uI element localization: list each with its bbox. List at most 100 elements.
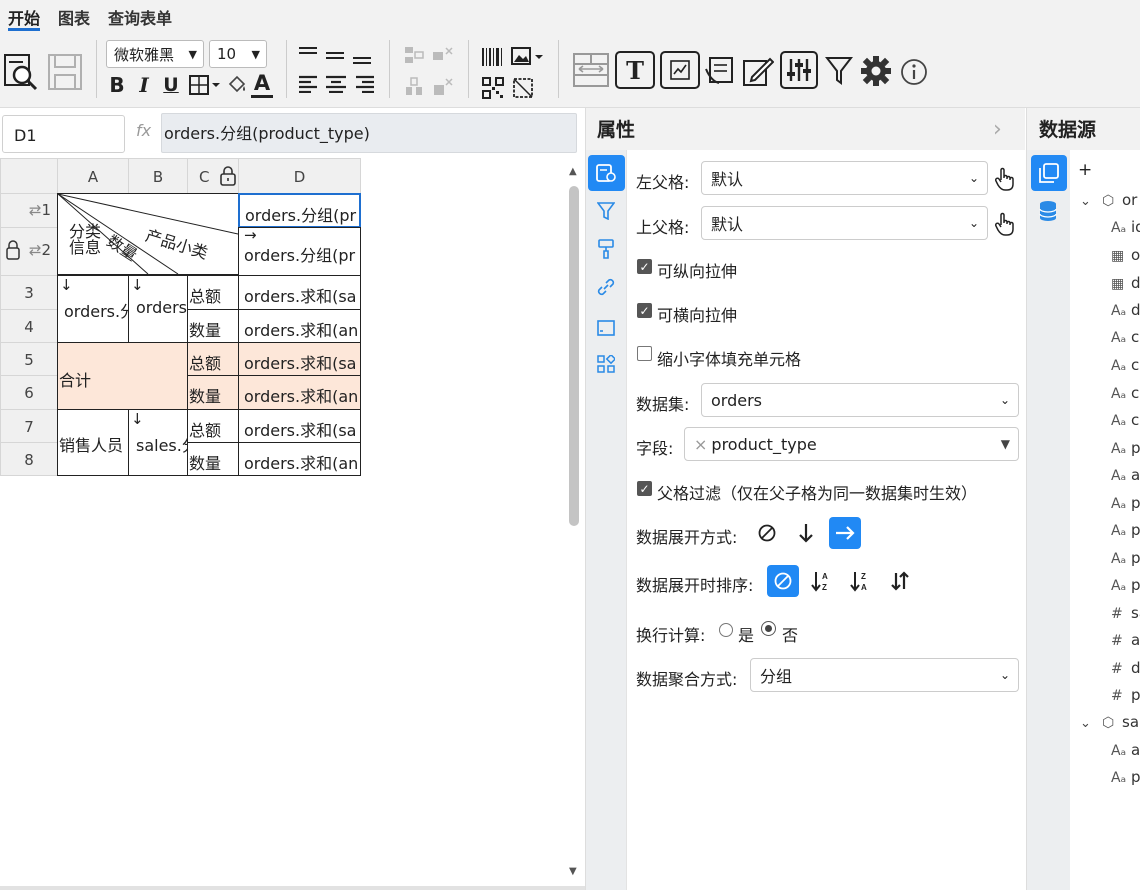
field-select[interactable]: × product_type ▼ [684,427,1019,461]
cell-b7[interactable]: ↓ sales.分 [128,409,188,476]
aggregate-select[interactable]: 分组 ⌄ [750,658,1019,692]
tab-chart[interactable]: 图表 [58,5,90,29]
field-node[interactable]: ▦ d [1111,274,1140,292]
cell-d4[interactable]: orders.求和(an [238,309,361,343]
column-header-b[interactable]: B [128,158,188,194]
vertical-stretch-checkbox[interactable]: ✓ [637,259,652,274]
link-icon[interactable] [595,276,617,298]
insert-col-icon[interactable] [404,76,426,98]
fill-color-icon[interactable] [225,73,249,97]
settings-gear-icon[interactable] [859,53,893,89]
field-node[interactable]: ▦ o [1111,246,1140,264]
chevron-down-icon[interactable]: ⌄ [1080,194,1102,209]
dataset-node[interactable]: ⌄ ⬡ sa [1080,713,1139,731]
bold-button[interactable]: B [106,72,128,98]
cell-properties-tab[interactable] [588,155,625,191]
delete-row-icon[interactable] [432,44,454,66]
sort-ascending-icon[interactable]: AZ [806,565,838,597]
field-node[interactable]: Aₐ c [1111,328,1139,346]
info-icon[interactable] [899,56,929,88]
field-node[interactable]: Aₐ p [1111,549,1140,567]
align-center-icon[interactable] [325,74,347,94]
filter-tab-icon[interactable] [595,200,617,222]
sort-custom-icon[interactable] [884,565,916,597]
field-node[interactable]: Aₐ d [1111,301,1140,319]
column-header-c[interactable]: C [187,158,239,194]
column-header-d[interactable]: D [238,158,361,194]
top-parent-select[interactable]: 默认 ⌄ [701,206,988,240]
left-parent-select[interactable]: 默认 ⌄ [701,161,988,195]
collapse-panel-icon[interactable]: › [993,117,1002,142]
font-family-select[interactable]: 微软雅黑 ▼ [106,40,204,68]
delete-col-icon[interactable] [432,76,454,98]
horizontal-scrollbar[interactable] [0,886,585,890]
text-tool-button[interactable]: T [615,51,655,89]
cell-c7[interactable]: 总额 [187,409,239,443]
parameter-sliders-icon[interactable] [780,51,818,89]
row-header-6[interactable]: 6 [0,375,58,410]
parent-filter-checkbox[interactable]: ✓ [637,481,652,496]
underline-button[interactable]: U [160,72,182,98]
field-node[interactable]: Aₐ c [1111,356,1139,374]
field-node[interactable]: Aₐ c [1111,384,1139,402]
freeze-icon[interactable] [572,51,610,89]
field-node[interactable]: Aₐ a [1111,741,1140,759]
frame-icon[interactable] [595,317,617,339]
expand-none-icon[interactable] [751,517,783,549]
field-node[interactable]: # p [1111,686,1140,704]
row-header-5[interactable]: 5 [0,342,58,376]
line-calc-no-radio[interactable] [761,621,776,636]
sort-descending-icon[interactable]: ZA [845,565,877,597]
scrollbar-thumb[interactable] [569,186,579,526]
cell-d6[interactable]: orders.求和(an [238,375,361,410]
row-header-3[interactable]: 3 [0,275,58,310]
chevron-down-icon[interactable]: ⌄ [1080,716,1102,731]
cell-reference-box[interactable]: D1 [2,115,125,153]
row-header-8[interactable]: 8 [0,442,58,476]
field-node[interactable]: Aₐ p [1111,576,1140,594]
cell-a5-total[interactable]: 合计 [57,342,188,410]
cell-d8[interactable]: orders.求和(an [238,442,361,476]
style-brush-icon[interactable] [595,238,617,260]
cell-d3[interactable]: orders.求和(sa [238,275,361,310]
barcode-icon[interactable] [481,46,505,68]
cell-d1[interactable]: orders.分组(pr [238,193,361,228]
pick-cell-hand-icon[interactable] [993,166,1015,192]
scroll-down-icon[interactable]: ▼ [569,866,577,877]
formula-input[interactable]: orders.分组(product_type) [161,113,577,153]
field-node[interactable]: Aₐ id [1111,218,1140,236]
field-node[interactable]: # d [1111,659,1140,677]
cell-a3[interactable]: ↓ orders.分 [57,275,129,343]
italic-button[interactable]: I [133,72,155,98]
diagonal-cell-icon[interactable] [511,76,535,100]
horizontal-stretch-checkbox[interactable]: ✓ [637,303,652,318]
datasets-tab[interactable] [1031,155,1067,191]
field-node[interactable]: Aₐ p [1111,439,1140,457]
expand-vertical-icon[interactable] [790,517,822,549]
shrink-font-checkbox[interactable] [637,346,652,361]
row-header-2[interactable]: ⇄2 [0,227,58,276]
field-node[interactable]: # sa [1111,604,1140,622]
field-node[interactable]: # a [1111,631,1140,649]
cell-c4[interactable]: 数量 [187,309,239,343]
align-left-icon[interactable] [298,74,318,94]
widgets-icon[interactable] [595,353,617,375]
image-icon[interactable] [511,46,543,68]
cell-a7[interactable]: 销售人员 [57,409,129,476]
field-node[interactable]: Aₐ a [1111,466,1140,484]
field-node[interactable]: Aₐ c [1111,411,1139,429]
form-edit-icon[interactable] [704,53,738,89]
database-icon[interactable] [1038,200,1058,226]
field-node[interactable]: Aₐ p [1111,521,1140,539]
cell-d7[interactable]: orders.求和(sa [238,409,361,443]
clear-field-icon[interactable]: × [694,435,707,454]
align-middle-icon[interactable] [325,46,345,64]
cell-c3[interactable]: 总额 [187,275,239,310]
cell-c5[interactable]: 总额 [187,342,239,376]
border-icon[interactable] [187,73,221,97]
cell-c8[interactable]: 数量 [187,442,239,476]
tab-start[interactable]: 开始 [8,5,40,29]
field-node[interactable]: Aₐ p [1111,494,1140,512]
diagonal-header-cell[interactable]: 产品小类 数量 分类信息 [57,193,239,275]
align-top-icon[interactable] [298,44,318,62]
